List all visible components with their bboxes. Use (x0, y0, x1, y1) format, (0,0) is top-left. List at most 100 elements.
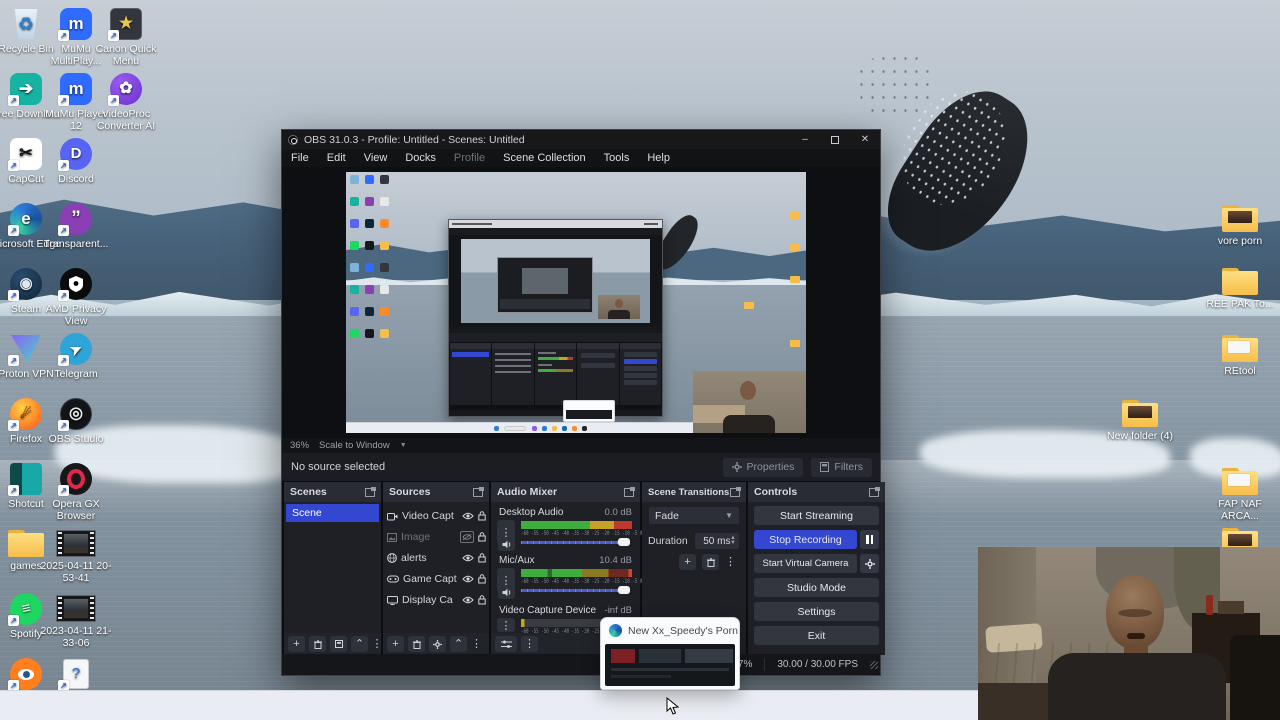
eye-icon[interactable] (462, 575, 474, 583)
remove-scene-button[interactable] (309, 636, 326, 652)
properties-button[interactable]: Properties (723, 458, 804, 477)
source-row-video-capture[interactable]: Video Capt (387, 506, 486, 526)
display-icon (387, 596, 398, 605)
desktop-icon-telegram[interactable]: ➤↗ Telegram (38, 333, 114, 380)
desktop-icon-folder-ree-pak[interactable]: REE PAK To... (1202, 266, 1278, 310)
edge-tab-preview-popup[interactable]: New Xx_Speedy's Porn Vid... (600, 617, 740, 690)
menu-scene-collection[interactable]: Scene Collection (494, 152, 595, 164)
lock-icon[interactable] (478, 574, 486, 584)
exit-button[interactable]: Exit (754, 626, 879, 645)
spinner-arrows-icon[interactable]: ▲▼ (730, 533, 736, 549)
source-row-image[interactable]: Image (387, 527, 486, 547)
source-row-display-capture[interactable]: Display Ca (387, 590, 486, 610)
popout-icon[interactable] (730, 488, 740, 497)
desktop-icon-discord[interactable]: D↗ Discord (38, 138, 114, 185)
desktop-icon-videoproc[interactable]: ✿↗ VideoProc Converter AI (88, 73, 164, 132)
add-scene-button[interactable]: + (288, 636, 305, 652)
volume-slider-mic[interactable] (521, 586, 630, 594)
scene-list-item[interactable]: Scene (286, 504, 379, 522)
menu-tools[interactable]: Tools (595, 152, 639, 164)
popout-icon[interactable] (473, 488, 483, 497)
desktop-icon-canon-quick-menu[interactable]: ★↗ Canon Quick Menu (88, 8, 164, 67)
advanced-audio-icon[interactable] (495, 636, 517, 652)
desktop-icon-help-file[interactable]: ?↗ (38, 658, 114, 693)
studio-mode-button[interactable]: Studio Mode (754, 578, 879, 597)
chevron-down-icon[interactable]: ▼ (400, 442, 407, 449)
source-row-alerts[interactable]: alerts (387, 548, 486, 568)
desktop-icon-folder-fap-naf[interactable]: FAP NAF ARCA... (1202, 466, 1278, 522)
pause-recording-button[interactable] (860, 530, 879, 549)
desktop-icon-folder-retool[interactable]: REtool (1202, 333, 1278, 377)
desktop-icon-obs-studio[interactable]: ◎↗ OBS Studio (38, 398, 114, 445)
popout-icon[interactable] (624, 488, 634, 497)
scenes-more-icon[interactable]: ⋮ (372, 636, 382, 652)
source-toolbar: No source selected Properties Filters (282, 453, 880, 481)
add-source-button[interactable]: + (387, 636, 404, 652)
desktop-icon-folder-new-folder-4[interactable]: New folder (4) (1102, 398, 1178, 442)
desktop-icon-amd-privacy-view[interactable]: ↗ AMD Privacy View (38, 268, 114, 327)
desktop-icon-folder-vore-porn[interactable]: vore porn (1202, 203, 1278, 247)
popout-icon[interactable] (869, 488, 879, 497)
lock-icon[interactable] (478, 532, 486, 542)
volume-slider-desktop[interactable] (521, 538, 630, 546)
scale-mode[interactable]: Scale to Window (319, 440, 390, 451)
start-streaming-button[interactable]: Start Streaming (754, 506, 879, 525)
mouse-cursor (666, 697, 679, 715)
eye-icon[interactable] (462, 554, 474, 562)
resize-grip[interactable] (870, 661, 878, 669)
eye-icon[interactable] (462, 512, 474, 520)
menu-view[interactable]: View (355, 152, 397, 164)
lock-icon[interactable] (478, 595, 486, 605)
move-scene-up-button[interactable]: ⌃ (351, 636, 368, 652)
chevron-down-icon: ▼ (725, 511, 733, 520)
eye-slash-icon[interactable] (460, 531, 474, 543)
start-virtual-camera-button[interactable]: Start Virtual Camera (754, 554, 857, 573)
remove-transition-button[interactable] (702, 554, 719, 570)
add-transition-button[interactable]: + (679, 554, 696, 570)
source-properties-button[interactable] (429, 636, 446, 652)
menu-file[interactable]: File (282, 152, 318, 164)
virtual-camera-settings-button[interactable] (860, 554, 879, 573)
transitions-more-icon[interactable]: ⋮ (725, 554, 736, 570)
obs-preview-area[interactable] (282, 167, 880, 438)
source-row-game-capture[interactable]: Game Capt (387, 569, 486, 589)
lock-icon[interactable] (478, 553, 486, 563)
stop-recording-button[interactable]: Stop Recording (754, 530, 857, 549)
maximize-button[interactable] (820, 130, 850, 149)
popout-icon[interactable] (365, 488, 375, 497)
settings-button[interactable]: Settings (754, 602, 879, 621)
icon-label: VideoProc Converter AI (88, 108, 164, 132)
desktop-icon-video-file-1[interactable]: 2025-04-11 20-53-41 (38, 528, 114, 584)
obs-menu-bar: File Edit View Docks Profile Scene Colle… (282, 149, 880, 167)
scene-filters-button[interactable] (330, 636, 347, 652)
lock-icon[interactable] (478, 511, 486, 521)
duration-spinbox[interactable]: 50 ms ▲▼ (694, 532, 740, 550)
move-source-up-button[interactable]: ⌃ (450, 636, 467, 652)
menu-docks[interactable]: Docks (396, 152, 445, 164)
eye-icon[interactable] (462, 596, 474, 604)
sources-more-icon[interactable]: ⋮ (471, 636, 482, 652)
minimize-button[interactable]: – (790, 130, 820, 149)
desktop-icon-opera-gx[interactable]: ↗ Opera GX Browser (38, 463, 114, 522)
speaker-icon[interactable] (498, 538, 515, 551)
menu-help[interactable]: Help (638, 152, 679, 164)
menu-edit[interactable]: Edit (318, 152, 355, 164)
filters-button[interactable]: Filters (811, 458, 872, 477)
webcam-overlay (978, 547, 1280, 720)
obs-status-bar: CPU: 1.7% 30.00 / 30.00 FPS (282, 654, 880, 675)
transition-select[interactable]: Fade▼ (648, 506, 740, 525)
obs-title-bar[interactable]: OBS 31.0.3 - Profile: Untitled - Scenes:… (282, 130, 880, 149)
desktop-icon-transparent[interactable]: ”↗ Transparent... (38, 203, 114, 250)
desktop-icon-video-file-2[interactable]: 2023-04-11 21-33-06 (38, 593, 114, 649)
mixer-more-icon[interactable]: ⋮ (521, 636, 538, 652)
icon-label: REE PAK To... (1202, 298, 1278, 310)
menu-profile[interactable]: Profile (445, 152, 494, 164)
close-button[interactable]: ✕ (850, 130, 880, 149)
popup-thumbnail[interactable] (605, 644, 735, 686)
channel-options-icon[interactable]: ⋮ (497, 618, 515, 632)
edge-icon (609, 624, 622, 637)
remove-source-button[interactable] (408, 636, 425, 652)
icon-label: New folder (4) (1102, 430, 1178, 442)
obs-window: OBS 31.0.3 - Profile: Untitled - Scenes:… (281, 129, 881, 676)
speaker-icon[interactable] (498, 586, 515, 599)
